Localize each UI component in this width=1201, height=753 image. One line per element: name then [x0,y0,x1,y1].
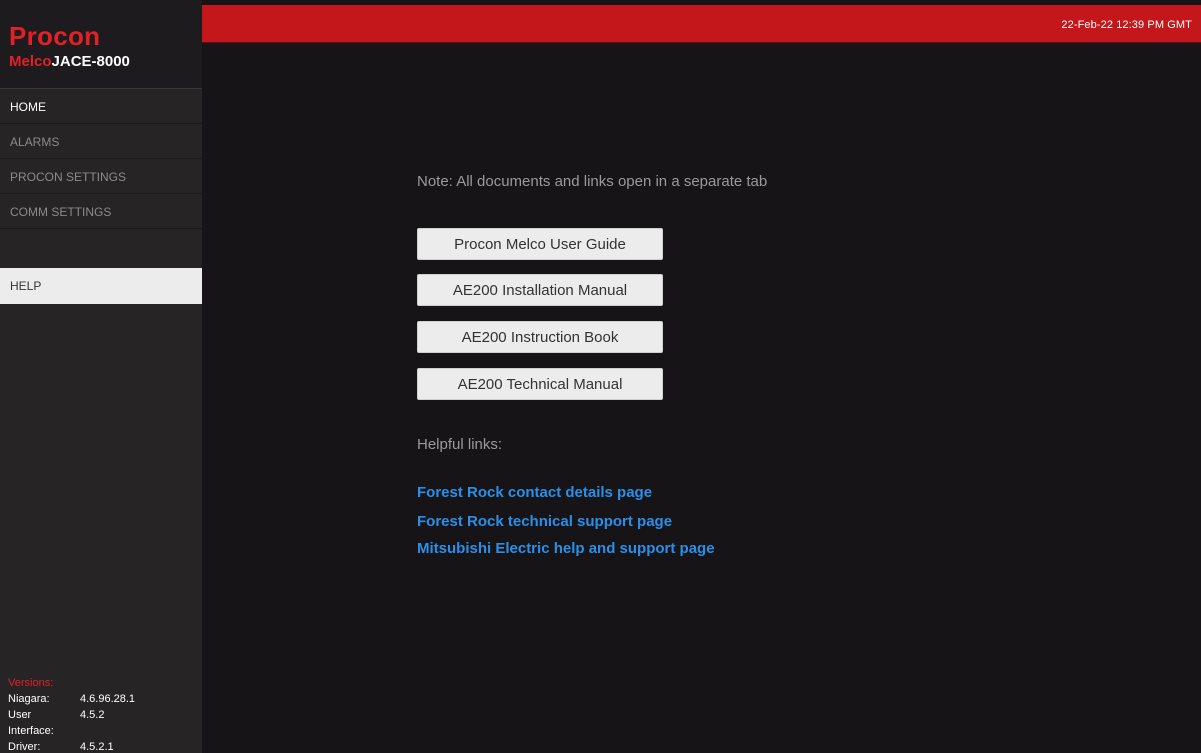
version-key: Niagara: [8,693,50,705]
helpful-links-title: Helpful links: [417,436,503,453]
version-value: 4.5.2.1 [80,741,114,753]
brand-name: Procon [9,21,101,51]
sidebar-item-comm-settings[interactable]: COMM SETTINGS [0,194,202,229]
version-row-niagara: Niagara: 4.6.96.28.1 [8,691,135,707]
sidebar: Procon MelcoJACE-8000 HOME ALARMS PROCON… [0,0,212,753]
brand-model-prefix: Melco [9,53,52,70]
app-window: 22-Feb-22 12:39 PM GMT Procon MelcoJACE-… [0,0,1201,753]
sidebar-nav: HOME ALARMS PROCON SETTINGS COMM SETTING… [0,89,202,229]
version-value: 4.6.96.28.1 [80,693,136,705]
datetime-display: 22-Feb-22 12:39 PM GMT [1061,19,1192,31]
link-forest-rock-support[interactable]: Forest Rock technical support page [417,513,672,530]
version-key: Driver: [8,741,41,753]
sidebar-item-procon-settings[interactable]: PROCON SETTINGS [0,159,202,194]
technical-manual-button[interactable]: AE200 Technical Manual [417,368,663,400]
versions-panel: Versions: Niagara: 4.6.96.28.1 User Inte… [8,675,135,753]
instruction-book-button[interactable]: AE200 Instruction Book [417,321,663,353]
brand-model: MelcoJACE-8000 [9,53,130,71]
versions-title: Versions: [8,677,54,689]
sidebar-item-home[interactable]: HOME [0,89,202,124]
sidebar-item-help[interactable]: HELP [0,268,212,304]
note-text: Note: All documents and links open in a … [417,173,768,190]
link-mitsubishi-support[interactable]: Mitsubishi Electric help and support pag… [417,540,715,557]
installation-manual-button[interactable]: AE200 Installation Manual [417,274,663,306]
version-value: 4.5.2 [80,709,105,721]
sidebar-item-alarms[interactable]: ALARMS [0,124,202,159]
link-forest-rock-contact[interactable]: Forest Rock contact details page [417,484,652,501]
user-guide-button[interactable]: Procon Melco User Guide [417,228,663,260]
sidebar-item-help-label: HELP [10,279,42,293]
version-row-user-interface: User Interface: 4.5.2 [8,707,135,739]
brand-logo: Procon MelcoJACE-8000 [0,0,202,89]
brand-model-suffix: JACE-8000 [51,53,130,70]
version-row-driver: Driver: 4.5.2.1 [8,739,135,753]
main-content: Note: All documents and links open in a … [202,43,1201,753]
version-key: User Interface: [8,709,54,737]
